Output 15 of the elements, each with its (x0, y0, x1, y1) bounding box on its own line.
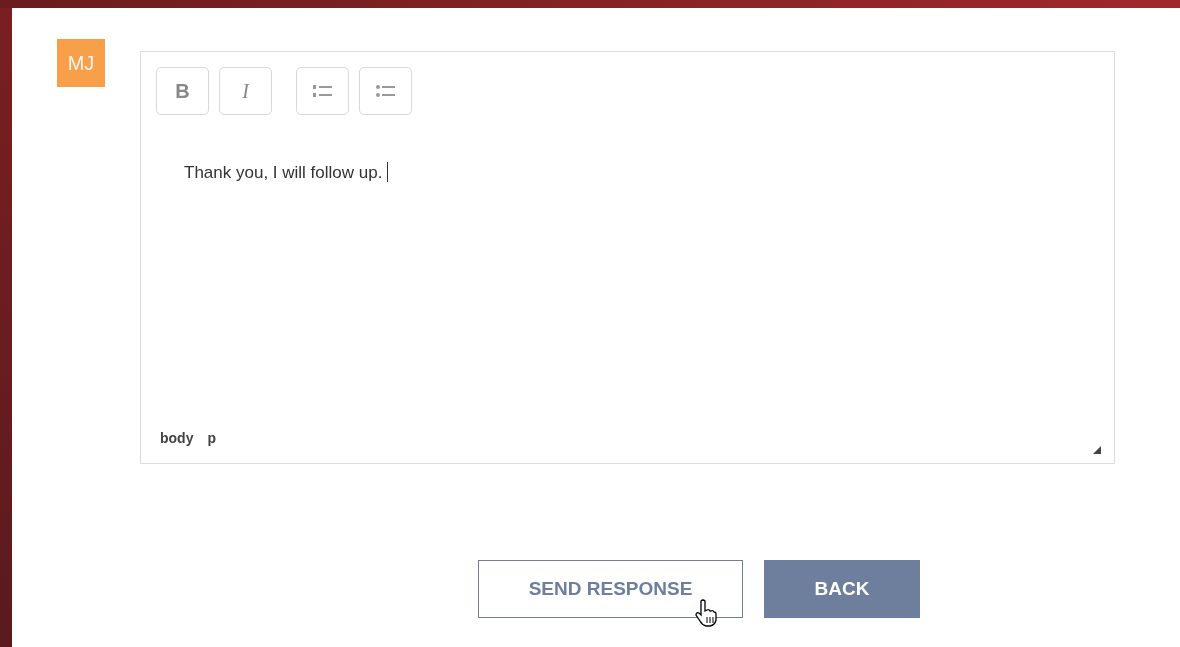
user-avatar: MJ (57, 39, 105, 87)
resize-handle-icon[interactable] (1093, 446, 1101, 454)
hand-cursor-icon (695, 599, 717, 627)
bullet-list-button[interactable] (359, 67, 412, 115)
bullet-list-icon (375, 84, 396, 98)
element-path-item[interactable]: p (207, 428, 216, 449)
back-button[interactable]: BACK (764, 560, 920, 618)
text-cursor (387, 162, 389, 182)
numbered-list-icon (312, 84, 333, 98)
editor-text: Thank you, I will follow up. (184, 162, 383, 184)
element-path-item[interactable]: body (160, 428, 194, 449)
italic-button[interactable]: I (219, 67, 272, 115)
rich-text-editor[interactable]: B I Thank you, I will follow up. body p (140, 51, 1115, 464)
bold-button[interactable]: B (156, 67, 209, 115)
numbered-list-button[interactable] (296, 67, 349, 115)
